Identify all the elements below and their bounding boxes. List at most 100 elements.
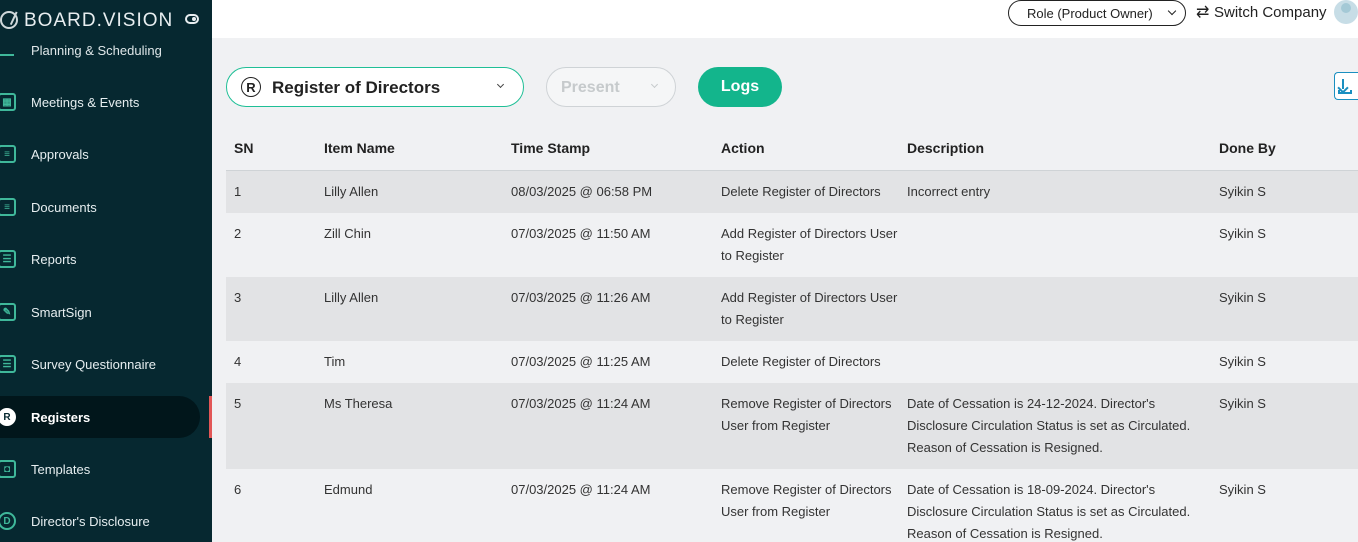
- reports-icon: ☰: [0, 250, 16, 268]
- cell-sn: 4: [234, 353, 242, 369]
- table-row[interactable]: 6 Edmund 07/03/2025 @ 11:24 AM Remove Regis…: [226, 468, 1358, 542]
- active-item-highlight: [0, 396, 200, 438]
- logs-button[interactable]: Logs: [698, 67, 782, 107]
- cell-item: Tim: [324, 353, 346, 369]
- brand-name: BOARD.VISION: [24, 10, 174, 31]
- cell-sn: 6: [234, 481, 242, 497]
- sidebar-item-label: Documents: [31, 199, 97, 215]
- logs-table: SN Item Name Time Stamp Action Descripti…: [226, 126, 1358, 542]
- sidebar-item-label: Meetings & Events: [31, 94, 140, 110]
- sidebar-item-label: Survey Questionnaire: [31, 356, 157, 372]
- cell-item: Ms Theresa: [324, 395, 393, 411]
- download-button[interactable]: [1334, 72, 1358, 100]
- cell-action: Add Register of Directors User to Regist…: [721, 225, 898, 263]
- cell-sn: 3: [234, 289, 242, 305]
- table-row[interactable]: 2 Zill Chin 07/03/2025 @ 11:50 AM Add Regis…: [226, 212, 1358, 277]
- chevron-down-icon: [650, 80, 659, 89]
- sidebar-item-survey-questionnaire[interactable]: ☰ Survey Questionnaire: [0, 343, 212, 385]
- cell-action: Remove Register of Directors User from R…: [721, 395, 892, 433]
- board-vision-logo-icon: [0, 11, 18, 29]
- documents-icon: ≡: [0, 198, 16, 216]
- table-row[interactable]: 4 Tim 07/03/2025 @ 11:25 AM Delete Register…: [226, 340, 1358, 383]
- cell-item: Edmund: [324, 481, 373, 497]
- sidebar-item-label: Reports: [31, 251, 77, 267]
- sidebar-item-smartsign[interactable]: ✎ SmartSign: [0, 291, 212, 333]
- column-header-sn: SN: [226, 126, 324, 171]
- chevron-down-icon: [1167, 6, 1177, 16]
- sidebar-item-director-s-disclosure[interactable]: D Director's Disclosure: [0, 500, 212, 542]
- sidebar-item-documents[interactable]: ≡ Documents: [0, 186, 212, 228]
- download-icon: [1342, 79, 1344, 89]
- cell-done-by: Syikin S: [1219, 395, 1266, 411]
- cell-time: 07/03/2025 @ 11:26 AM: [511, 289, 651, 305]
- topbar: Role (Product Owner) ⇄ Switch Company: [212, 0, 1358, 38]
- cell-action: Add Register of Directors User to Regist…: [721, 289, 898, 327]
- register-select-label: Register of Directors: [272, 78, 441, 97]
- cell-item: Zill Chin: [324, 225, 371, 241]
- sidebar-toggle-icon[interactable]: [185, 14, 199, 24]
- main-content: R Register of Directors Present Logs SN …: [212, 38, 1358, 542]
- register-select[interactable]: R Register of Directors: [226, 67, 524, 107]
- register-r-icon: R: [241, 77, 261, 97]
- planning-icon: [0, 50, 14, 56]
- calendar-check-icon: ▦: [0, 93, 16, 111]
- brand-header: BOARD.VISION: [0, 0, 212, 40]
- sidebar-item-templates[interactable]: ◘ Templates: [0, 448, 212, 490]
- cell-action: Remove Register of Directors User from R…: [721, 481, 892, 519]
- column-header-done-by: Done By: [1219, 126, 1358, 171]
- cell-time: 07/03/2025 @ 11:25 AM: [511, 353, 651, 369]
- role-label: Role (Product Owner): [1027, 5, 1153, 21]
- disclosure-d-icon: D: [0, 512, 16, 530]
- cell-sn: 1: [234, 183, 242, 199]
- table-row[interactable]: 3 Lilly Allen 07/03/2025 @ 11:26 AM Add Reg…: [226, 276, 1358, 341]
- column-header-action: Action: [721, 126, 907, 171]
- chevron-down-icon: [496, 80, 505, 89]
- sidebar-item-label: Planning & Scheduling: [31, 43, 162, 58]
- cell-item: Lilly Allen: [324, 289, 379, 305]
- user-avatar[interactable]: [1334, 0, 1358, 24]
- cell-done-by: Syikin S: [1219, 183, 1266, 199]
- cell-done-by: Syikin S: [1219, 481, 1266, 497]
- cell-description: Incorrect entry: [907, 183, 991, 199]
- sidebar-item-approvals[interactable]: ≡ Approvals: [0, 133, 212, 175]
- switch-company-link[interactable]: Switch Company: [1214, 4, 1327, 21]
- table-row[interactable]: 1 Lilly Allen 08/03/2025 @ 06:58 PM Delete …: [226, 170, 1358, 213]
- cell-item: Lilly Allen: [324, 183, 379, 199]
- table-header-row: SN Item Name Time Stamp Action Descripti…: [226, 126, 1358, 171]
- pen-sign-icon: ✎: [0, 303, 16, 321]
- cell-description: Date of Cessation is 24-12-2024. Directo…: [907, 395, 1191, 455]
- download-tray: [1338, 90, 1352, 94]
- table-row[interactable]: 5 Ms Theresa 07/03/2025 @ 11:24 AM Remove R…: [226, 382, 1358, 469]
- sidebar-item-registers[interactable]: R Registers: [0, 396, 212, 438]
- period-select[interactable]: Present: [546, 67, 676, 107]
- role-dropdown[interactable]: Role (Product Owner): [1008, 0, 1186, 26]
- cell-action: Delete Register of Directors: [721, 183, 881, 199]
- cell-done-by: Syikin S: [1219, 353, 1266, 369]
- cell-sn: 2: [234, 225, 242, 241]
- sidebar-item-label: SmartSign: [31, 304, 92, 320]
- sidebar-item-label: Registers: [31, 409, 91, 425]
- cell-description: [907, 277, 1219, 341]
- sidebar-item-label: Approvals: [31, 146, 89, 162]
- sidebar-item-meetings-events[interactable]: ▦ Meetings & Events: [0, 81, 212, 123]
- cell-time: 07/03/2025 @ 11:24 AM: [511, 395, 651, 411]
- templates-icon: ◘: [0, 460, 16, 478]
- cell-done-by: Syikin S: [1219, 289, 1266, 305]
- cell-description: [907, 341, 1219, 383]
- cell-action: Delete Register of Directors: [721, 353, 881, 369]
- approval-doc-icon: ≡: [0, 145, 16, 163]
- cell-done-by: Syikin S: [1219, 225, 1266, 241]
- switch-arrows-icon[interactable]: ⇄: [1196, 2, 1209, 22]
- cell-description: [907, 213, 1219, 277]
- sidebar: BOARD.VISION Planning & Scheduling ▦ Meet…: [0, 0, 212, 542]
- cell-time: 07/03/2025 @ 11:50 AM: [511, 225, 651, 241]
- sidebar-item-label: Director's Disclosure: [31, 513, 150, 529]
- column-header-item-name: Item Name: [324, 126, 511, 171]
- cell-description: Date of Cessation is 18-09-2024. Directo…: [907, 481, 1191, 541]
- column-header-time-stamp: Time Stamp: [511, 126, 721, 171]
- cell-time: 08/03/2025 @ 06:58 PM: [511, 183, 653, 199]
- survey-list-icon: ☰: [0, 355, 16, 373]
- sidebar-item-reports[interactable]: ☰ Reports: [0, 238, 212, 280]
- cell-sn: 5: [234, 395, 242, 411]
- sidebar-item-label: Templates: [31, 461, 91, 477]
